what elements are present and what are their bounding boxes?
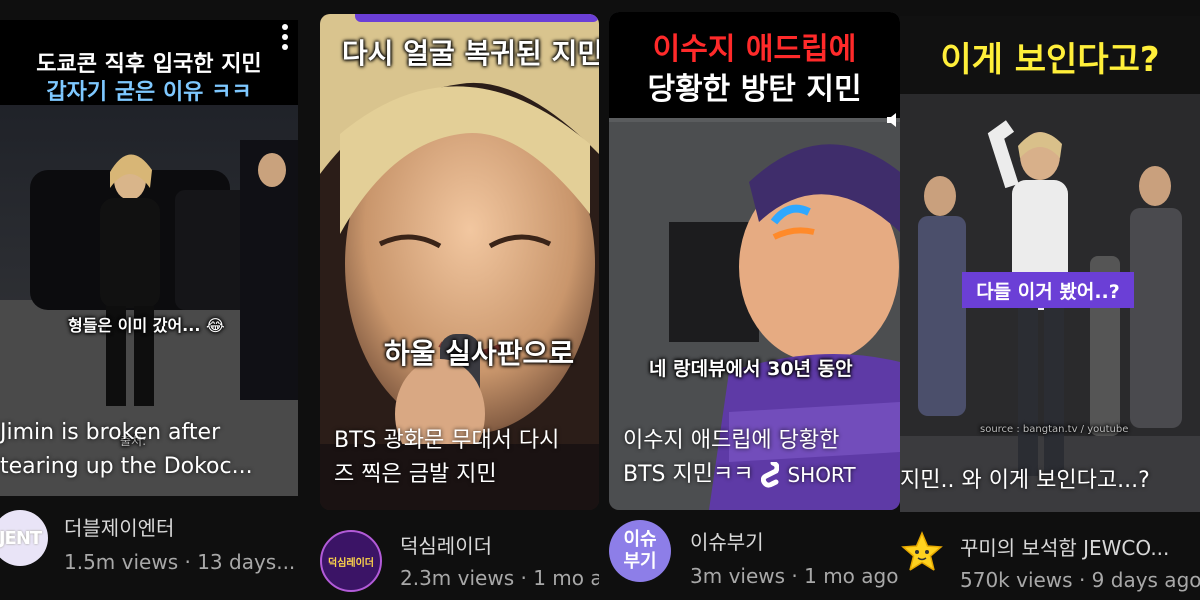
video-title-1[interactable]: Jimin is broken after tearing up the Dok… [0,416,298,484]
star-icon [901,531,943,572]
video-stats-1: 1.5m views · 13 days... [64,550,296,574]
video-stats-3: 3m views · 1 mo ago [690,564,899,588]
video-title-line: 지민.. 와 이게 보인다고...? [900,468,1150,493]
video-stats-2: 2.3m views · 1 mo a [400,566,599,590]
video-title-line: Jimin is broken after [0,420,221,445]
thumbnail-caption: 하울 실사판으로 [384,337,575,370]
channel-avatar-1[interactable]: JENT [0,510,48,566]
laughing-emoji-icon: 😂 [206,316,225,335]
thumbnail-overlay-line-2: 당황한 방탄 지민 [647,72,862,107]
avatar-text: 덕심레이더 [328,557,374,569]
thumbnail-caption: 다들 이거 봤어..? [976,280,1120,303]
channel-name-2[interactable]: 덕심레이더 [400,530,492,559]
video-title-line: tearing up the Dokoc... [0,454,253,479]
channel-name-4[interactable]: 꾸미의 보석함 JEWCO... [960,532,1169,561]
video-card-2[interactable]: 다시 얼굴 복귀된 지민 하울 실사판으로 BTS 광화문 무대서 다시 즈 찍… [320,14,599,510]
channel-avatar-4[interactable] [900,530,944,574]
shorts-label: SHORT [787,463,856,487]
thumbnail-overlay-line-1: 이게 보인다고? [940,40,1160,80]
avatar-text: 이슈 부기 [623,529,657,572]
video-title-line-text: BTS 지민ㅋㅋ [623,462,754,487]
thumbnail-caption: 네 랑데뷰에서 30년 동안 [649,358,853,380]
thumbnail-caption: 형들은 이미 갔어... 😂 [68,312,225,336]
video-card-1[interactable]: 도쿄콘 직후 입국한 지민 갑자기 굳은 이유 ㅋㅋ 형들은 이미 갔어... … [0,20,298,496]
channel-avatar-3[interactable]: 이슈 부기 [609,520,671,582]
video-title-2[interactable]: BTS 광화문 무대서 다시 즈 찍은 금발 지민 [334,424,599,492]
video-title-line: 이수지 애드립에 당황한 [623,428,840,453]
video-title-line: 즈 찍은 금발 지민 [334,462,497,487]
watermark: source : bangtan.tv / youtube [980,424,1129,435]
video-title-line: BTS 광화문 무대서 다시 [334,428,560,453]
channel-name-1[interactable]: 더블제이엔터 [64,512,174,541]
thumbnail-overlay-line-1: 이수지 애드립에 [652,32,857,67]
shorts-icon [761,460,780,488]
channel-name-3[interactable]: 이슈부기 [690,526,764,555]
video-card-4[interactable]: 이게 보인다고? 다들 이거 봤어..? source : bangtan.tv… [900,16,1200,512]
channel-avatar-2[interactable]: 덕심레이더 [320,530,382,592]
volume-icon[interactable] [885,110,900,130]
purple-accent-bar [355,14,599,22]
video-card-3[interactable]: 이수지 애드립에 당황한 방탄 지민 네 랑데뷰에서 30년 동안 이수지 애드… [609,12,900,510]
thumbnail-overlay-line-2: 갑자기 굳은 이유 ㅋㅋ [46,80,252,105]
video-title-4[interactable]: 지민.. 와 이게 보인다고...? [900,464,1200,498]
video-title-3[interactable]: 이수지 애드립에 당황한 BTS 지민ㅋㅋ SHORT [623,424,900,492]
thumbnail-caption-text: 형들은 이미 갔어... [68,316,201,335]
thumbnail-overlay-line-1: 다시 얼굴 복귀된 지민 [342,37,599,70]
avatar-text: JENT [0,527,42,549]
more-vert-icon[interactable] [277,24,293,50]
video-stats-4: 570k views · 9 days ago [960,568,1200,592]
thumbnail-caption-box: 다들 이거 봤어..? [962,272,1134,308]
video-title-line: BTS 지민ㅋㅋ SHORT [623,458,900,492]
